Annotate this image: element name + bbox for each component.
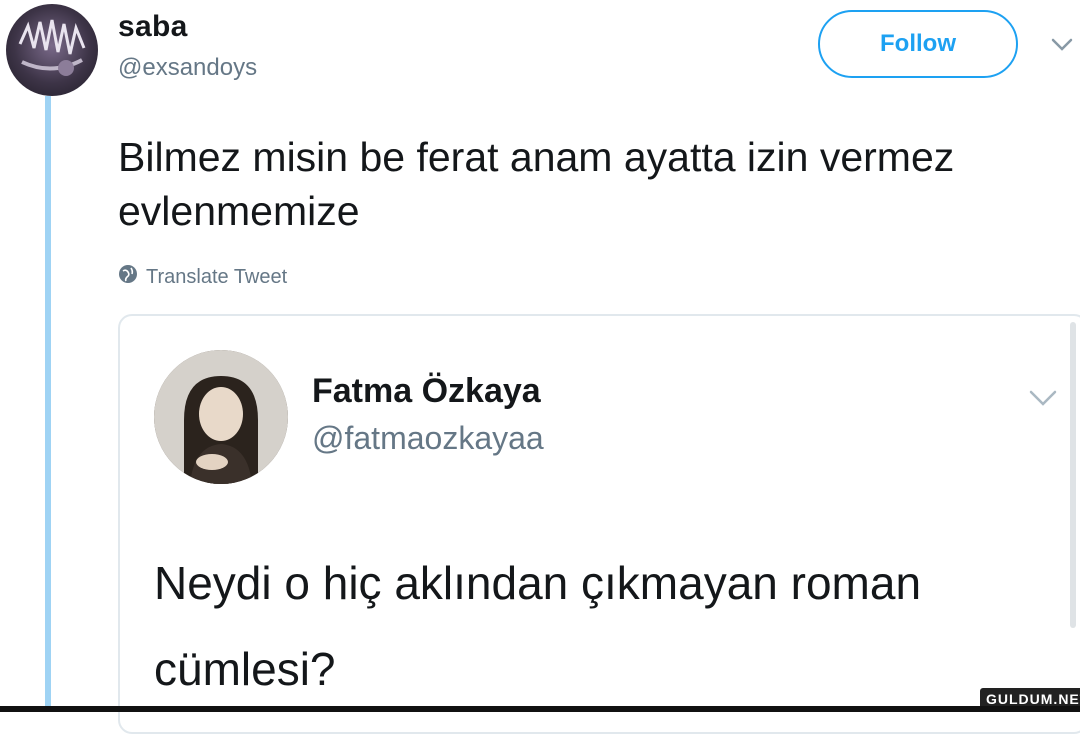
- author-avatar[interactable]: [6, 4, 98, 96]
- chevron-down-icon[interactable]: [1028, 382, 1058, 412]
- follow-button[interactable]: Follow: [818, 10, 1018, 78]
- chevron-down-icon[interactable]: [1050, 32, 1074, 56]
- quoted-author-name[interactable]: Fatma Özkaya: [312, 372, 541, 411]
- quoted-tweet-card[interactable]: Fatma Özkaya @fatmaozkayaa Neydi o hiç a…: [118, 314, 1080, 734]
- scrollbar[interactable]: [1070, 322, 1076, 628]
- translate-tweet-link[interactable]: Translate Tweet: [118, 264, 287, 290]
- author-name[interactable]: saba: [118, 10, 188, 44]
- tweet-text: Bilmez misin be ferat anam ayatta izin v…: [118, 134, 955, 234]
- quoted-tweet-text: Neydi o hiç aklından çıkmayan roman cüml…: [154, 557, 922, 695]
- globe-icon: [118, 264, 138, 290]
- thread-line: [45, 96, 51, 712]
- quoted-author-handle[interactable]: @fatmaozkayaa: [312, 420, 544, 457]
- quoted-author-avatar[interactable]: [154, 350, 288, 484]
- bottom-border: [0, 706, 1080, 712]
- translate-label: Translate Tweet: [146, 265, 288, 288]
- author-handle[interactable]: @exsandoys: [118, 54, 257, 82]
